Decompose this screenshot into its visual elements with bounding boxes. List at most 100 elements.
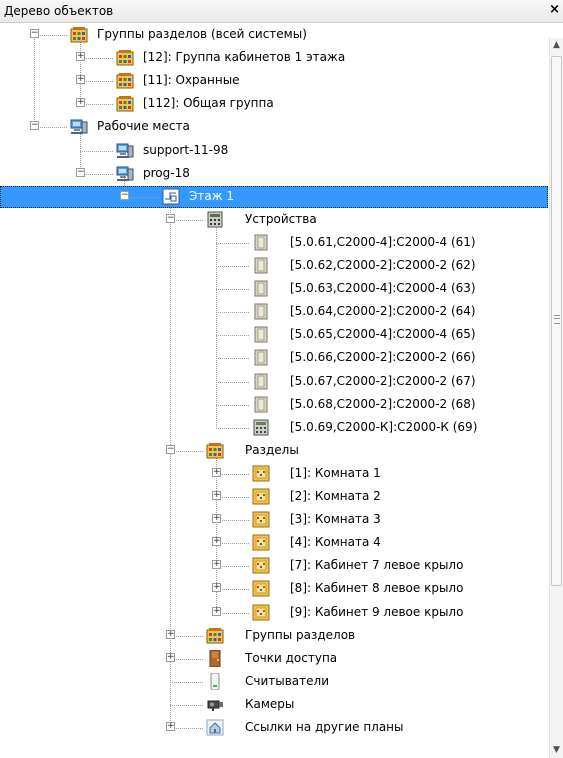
tree-node-label: [11]: Охранные (143, 73, 240, 88)
tree-node-label: [5.0.65,C2000-4]:C2000-4 (65) (290, 327, 476, 342)
tree-node[interactable]: Камеры (0, 694, 548, 716)
expand-icon[interactable]: + (166, 629, 175, 639)
tree-connector (170, 704, 203, 706)
expand-icon[interactable]: + (166, 722, 175, 731)
group-icon (70, 26, 88, 43)
expand-icon[interactable]: + (76, 75, 85, 85)
zone-icon (252, 511, 270, 528)
tree-node[interactable]: + [4]: Комната 4 (0, 532, 548, 554)
panel-title: Дерево объектов (4, 4, 114, 18)
collapse-icon[interactable]: − (120, 190, 129, 200)
tree-node-label: [12]: Группа кабинетов 1 этажа (143, 50, 346, 65)
expand-icon[interactable]: + (212, 606, 221, 616)
workstation-icon (116, 142, 134, 159)
tree-node[interactable]: − Группы разделов (всей системы) (0, 24, 548, 46)
tree-node-label: [4]: Комната 4 (290, 535, 381, 550)
expand-icon[interactable]: + (212, 583, 221, 593)
group-icon (206, 442, 224, 459)
tree-node[interactable]: − Разделы (0, 440, 548, 462)
tree-node[interactable]: [5.0.68,C2000-2]:C2000-2 (68) (0, 394, 548, 416)
collapse-icon[interactable]: − (30, 121, 39, 131)
tree-node[interactable]: [5.0.61,C2000-4]:C2000-4 (61) (0, 232, 548, 254)
tree-node[interactable]: − Устройства (0, 209, 548, 231)
expand-icon[interactable]: + (212, 514, 221, 524)
tree-node[interactable]: [5.0.65,C2000-4]:C2000-4 (65) (0, 324, 548, 346)
tree-node-label: support-11-98 (143, 142, 229, 157)
expand-icon[interactable]: + (212, 467, 221, 477)
grip-icon (554, 315, 560, 324)
tree-node[interactable]: Считыватели (0, 671, 548, 693)
tree-connector (170, 681, 203, 683)
tree-node[interactable]: [5.0.67,C2000-2]:C2000-2 (67) (0, 371, 548, 393)
tree-node-label: Устройства (245, 211, 317, 226)
scroll-up-arrow-icon[interactable]: ▲ (553, 40, 560, 50)
zone-icon (252, 488, 270, 505)
tree-connector (216, 358, 249, 360)
device-icon (252, 280, 270, 297)
tree-connector (216, 381, 249, 383)
tree-node[interactable]: − Рабочие места (0, 116, 548, 138)
collapse-icon[interactable]: − (166, 213, 175, 223)
expand-icon[interactable]: + (76, 52, 85, 62)
tree-node[interactable]: + [7]: Кабинет 7 левое крыло (0, 555, 548, 577)
tree-node[interactable]: [5.0.63,C2000-4]:C2000-4 (63) (0, 278, 548, 300)
tree-connector (124, 196, 159, 198)
tree-node-label: Точки доступа (245, 650, 338, 665)
door-icon (206, 649, 224, 668)
tree-node-label: prog-18 (143, 165, 190, 180)
tree-node[interactable]: + [2]: Комната 2 (0, 486, 548, 508)
tree-node-label: [7]: Кабинет 7 левое крыло (290, 558, 464, 573)
plan-link-icon (206, 719, 224, 736)
tree-node-label: Группы разделов (245, 627, 356, 642)
tree-node[interactable]: + Точки доступа (0, 648, 548, 670)
vertical-scrollbar[interactable]: ▲ ▼ (549, 38, 563, 758)
expand-icon[interactable]: + (212, 560, 221, 570)
tree-node[interactable]: support-11-98 (0, 140, 548, 162)
tree-node[interactable]: + [1]: Комната 1 (0, 463, 548, 485)
expand-icon[interactable]: + (212, 537, 221, 547)
tree-node-label: [5.0.61,C2000-4]:C2000-4 (61) (290, 234, 476, 249)
expand-icon[interactable]: + (166, 652, 175, 662)
tree-node[interactable]: [5.0.66,C2000-2]:C2000-2 (66) (0, 347, 548, 369)
collapse-icon[interactable]: − (76, 167, 85, 177)
tree-node[interactable]: − Этаж 1 (0, 185, 548, 208)
tree-node[interactable]: + Ссылки на другие планы (0, 717, 548, 739)
tree-node[interactable]: [5.0.69,C2000-К]:C2000-К (69) (0, 417, 548, 439)
zone-icon (252, 604, 270, 621)
tree-node[interactable]: + [11]: Охранные (0, 70, 548, 92)
tree-node-label: [5.0.64,C2000-2]:C2000-2 (64) (290, 304, 476, 319)
expand-icon[interactable]: + (212, 491, 221, 500)
tree-node-label: [5.0.66,C2000-2]:C2000-2 (66) (290, 350, 476, 365)
reader-icon (206, 672, 224, 691)
tree-node-label: [5.0.62,C2000-2]:C2000-2 (62) (290, 258, 476, 272)
tree-node[interactable]: + [8]: Кабинет 8 левое крыло (0, 578, 548, 600)
tree-node-label: [9]: Кабинет 9 левое крыло (290, 604, 464, 619)
tree-connector (216, 312, 249, 314)
tree-node[interactable]: + [9]: Кабинет 9 левое крыло (0, 602, 548, 624)
tree-connector (216, 242, 249, 244)
group-icon (116, 95, 134, 112)
tree-node[interactable]: + [3]: Комната 3 (0, 509, 548, 531)
group-icon (116, 72, 134, 89)
collapse-icon[interactable]: − (166, 444, 175, 454)
tree-node[interactable]: + Группы разделов (0, 625, 548, 647)
object-tree[interactable]: − Группы разделов (всей системы) + [12]: Гр… (0, 22, 548, 758)
tree-node[interactable]: + [112]: Общая группа (0, 93, 548, 115)
scroll-down-arrow-icon[interactable]: ▼ (553, 745, 560, 755)
tree-connector (216, 404, 249, 406)
tree-node[interactable]: + [12]: Группа кабинетов 1 этажа (0, 47, 548, 69)
tree-node[interactable]: [5.0.64,C2000-2]:C2000-2 (64) (0, 301, 548, 323)
tree-node[interactable]: − prog-18 (0, 163, 548, 185)
close-icon[interactable]: × (549, 2, 560, 17)
expand-icon[interactable]: + (76, 98, 85, 108)
tree-connector (216, 427, 249, 429)
tree-node-label: Считыватели (245, 673, 329, 688)
tree-node[interactable]: [5.0.62,C2000-2]:C2000-2 (62) (0, 255, 548, 277)
zone-icon (252, 534, 270, 551)
tree-connector (216, 289, 249, 291)
tree-node-label: Камеры (245, 696, 295, 711)
collapse-icon[interactable]: − (30, 29, 39, 38)
scrollbar-thumb[interactable] (551, 56, 562, 586)
tree-node-label: [5.0.63,C2000-4]:C2000-4 (63) (290, 281, 476, 296)
tree-node-label: [5.0.69,C2000-К]:C2000-К (69) (290, 419, 478, 434)
